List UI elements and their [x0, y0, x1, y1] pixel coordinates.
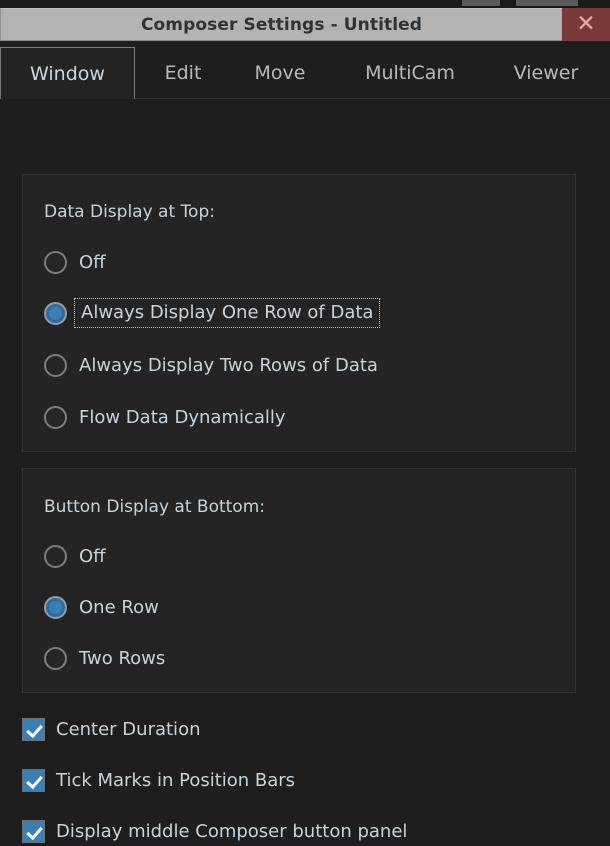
radio-unselected-icon[interactable]: [44, 251, 67, 274]
window-title: Composer Settings - Untitled: [141, 15, 422, 35]
radio-label: Off: [79, 546, 106, 567]
checkbox-label: Tick Marks in Position Bars: [56, 770, 295, 791]
radio-flow-data-dynamically[interactable]: Flow Data Dynamically: [44, 401, 286, 433]
radio-label: Always Display One Row of Data: [81, 302, 373, 323]
title-bar: Composer Settings - Untitled ✕: [0, 8, 610, 41]
group-legend-data-display-at-top: Data Display at Top:: [44, 202, 215, 222]
background-window-fragment: [516, 0, 578, 6]
radio-label: One Row: [79, 597, 159, 618]
radio-unselected-icon[interactable]: [44, 354, 67, 377]
checkbox-center-duration[interactable]: Center Duration: [22, 714, 200, 744]
radio-two-rows[interactable]: Two Rows: [44, 642, 165, 674]
group-legend-button-display-at-bottom: Button Display at Bottom:: [44, 497, 265, 517]
tab-label: Edit: [165, 62, 202, 84]
radio-label: Flow Data Dynamically: [79, 407, 286, 428]
radio-always-display-one-row-of-data[interactable]: Always Display One Row of Data: [44, 297, 380, 329]
close-button[interactable]: ✕: [562, 8, 610, 41]
radio-selected-icon[interactable]: [44, 596, 67, 619]
checkmark-icon[interactable]: [22, 769, 45, 792]
title-bar-body[interactable]: Composer Settings - Untitled: [0, 8, 562, 41]
tab-bar: Window Edit Move MultiCam Viewer: [0, 46, 610, 99]
radio-selected-icon[interactable]: [44, 302, 67, 325]
tab-move[interactable]: Move: [232, 47, 328, 99]
checkbox-label: Display middle Composer button panel: [56, 821, 407, 842]
checkbox-label: Center Duration: [56, 719, 200, 740]
radio-unselected-icon[interactable]: [44, 647, 67, 670]
tab-label: Viewer: [514, 62, 579, 84]
tab-viewer[interactable]: Viewer: [490, 47, 602, 99]
tab-label: Move: [255, 62, 306, 84]
radio-off[interactable]: Off: [44, 540, 106, 572]
focus-outline: Always Display One Row of Data: [74, 298, 380, 328]
tab-multicam[interactable]: MultiCam: [334, 47, 486, 99]
background-strip: [0, 0, 610, 8]
close-icon: ✕: [576, 13, 595, 36]
background-window-fragment: [462, 0, 500, 6]
radio-off[interactable]: Off: [44, 246, 106, 278]
radio-label: Always Display Two Rows of Data: [79, 355, 378, 376]
checkbox-tick-marks-in-position-bars[interactable]: Tick Marks in Position Bars: [22, 765, 295, 795]
checkbox-display-middle-composer-button-panel[interactable]: Display middle Composer button panel: [22, 816, 407, 846]
tab-edit[interactable]: Edit: [137, 47, 229, 99]
radio-unselected-icon[interactable]: [44, 406, 67, 429]
radio-always-display-two-rows-of-data[interactable]: Always Display Two Rows of Data: [44, 349, 378, 381]
radio-label: Off: [79, 252, 106, 273]
checkmark-icon[interactable]: [22, 820, 45, 843]
radio-label: Two Rows: [79, 648, 165, 669]
checkmark-icon[interactable]: [22, 718, 45, 741]
tab-label: Window: [30, 63, 105, 85]
dialog-body: Window Edit Move MultiCam Viewer Data Displa…: [0, 41, 610, 846]
radio-one-row[interactable]: One Row: [44, 591, 159, 623]
tab-window[interactable]: Window: [0, 47, 135, 99]
tab-label: MultiCam: [365, 62, 455, 84]
radio-unselected-icon[interactable]: [44, 545, 67, 568]
